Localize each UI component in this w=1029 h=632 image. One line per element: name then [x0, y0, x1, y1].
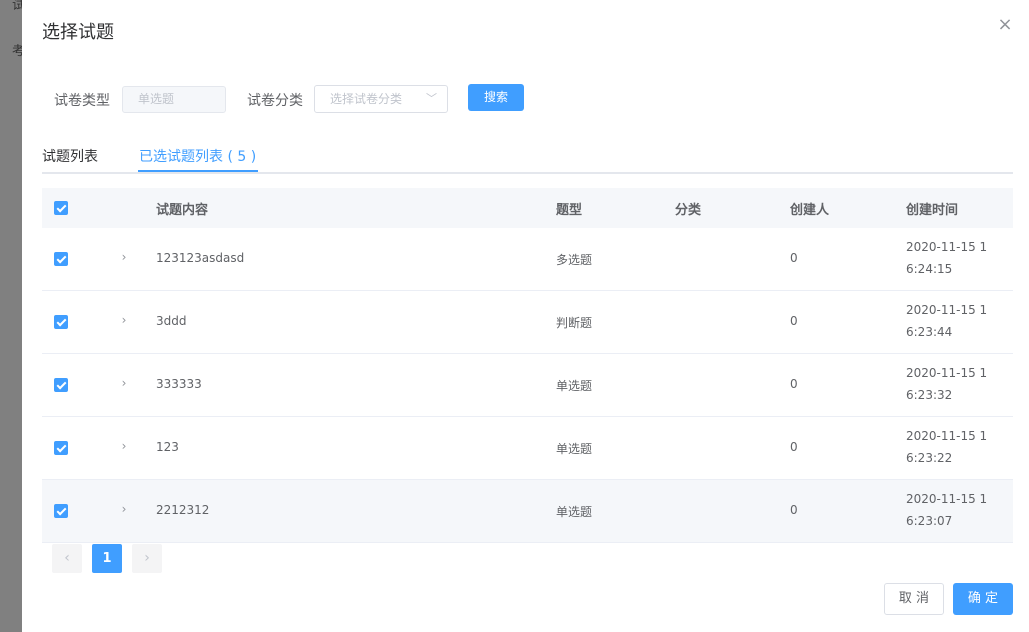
header-time: 创建时间	[906, 203, 959, 218]
table-row: › 123123asdasd 多选题 0 2020-11-15 16:24:15	[42, 228, 1013, 291]
cell-type: 单选题	[556, 505, 593, 519]
questions-table: 试题内容 题型 分类 创建人 创建时间 › 123123asdasd 多选题 0…	[42, 188, 1013, 543]
cell-creator: 0	[790, 440, 798, 454]
prev-page-button[interactable]: ‹	[52, 544, 82, 573]
cell-content: 123123asdasd	[156, 251, 245, 265]
chevron-right-icon[interactable]: ›	[118, 250, 130, 264]
header-type: 题型	[556, 203, 583, 218]
cell-time: 2020-11-15 16:23:32	[906, 366, 988, 402]
paper-type-input: 单选题	[122, 86, 226, 113]
chevron-down-icon: ﹀	[426, 92, 437, 105]
cell-creator: 0	[790, 314, 798, 328]
dialog-title: 选择试题	[42, 22, 114, 43]
tabs-bar: 试题列表 已选试题列表 ( 5 )	[42, 140, 1013, 174]
table-header: 试题内容 题型 分类 创建人 创建时间	[42, 188, 1013, 228]
cell-creator: 0	[790, 251, 798, 265]
search-button[interactable]: 搜索	[468, 84, 524, 111]
cell-type: 多选题	[556, 253, 593, 267]
cell-type: 判断题	[556, 316, 593, 330]
page-number-button[interactable]: 1	[92, 544, 122, 573]
cell-time: 2020-11-15 16:23:07	[906, 492, 988, 528]
chevron-right-icon[interactable]: ›	[118, 376, 130, 390]
paper-category-placeholder: 选择试卷分类	[330, 92, 403, 106]
row-checkbox[interactable]	[54, 504, 68, 518]
confirm-button[interactable]: 确 定	[953, 583, 1013, 615]
chevron-right-icon[interactable]: ›	[118, 313, 130, 327]
cell-time: 2020-11-15 16:23:22	[906, 429, 988, 465]
cell-creator: 0	[790, 377, 798, 391]
cell-content: 333333	[156, 377, 202, 391]
chevron-right-icon[interactable]: ›	[118, 502, 130, 516]
paper-category-label: 试卷分类	[247, 93, 303, 109]
tab-selected-questions[interactable]: 已选试题列表 ( 5 )	[139, 146, 256, 166]
cell-creator: 0	[790, 503, 798, 517]
close-icon[interactable]: ×	[996, 16, 1014, 34]
cell-type: 单选题	[556, 442, 593, 456]
header-creator: 创建人	[790, 203, 830, 218]
chevron-right-icon[interactable]: ›	[118, 439, 130, 453]
cell-content: 2212312	[156, 503, 210, 517]
cell-content: 123	[156, 440, 179, 454]
table-row: › 333333 单选题 0 2020-11-15 16:23:32	[42, 354, 1013, 417]
next-page-button[interactable]: ›	[132, 544, 162, 573]
table-row: › 123 单选题 0 2020-11-15 16:23:22	[42, 417, 1013, 480]
paper-category-select[interactable]: 选择试卷分类 ﹀	[314, 85, 448, 113]
cancel-button[interactable]: 取 消	[884, 583, 944, 615]
header-category: 分类	[675, 203, 702, 218]
cell-content: 3ddd	[156, 314, 187, 328]
cell-time: 2020-11-15 16:24:15	[906, 240, 988, 276]
active-tab-indicator	[138, 170, 258, 172]
select-questions-dialog: 选择试题 × 试卷类型 单选题 试卷分类 选择试卷分类 ﹀ 搜索 试题列表 已选…	[22, 0, 1029, 632]
select-all-checkbox[interactable]	[54, 201, 68, 215]
row-checkbox[interactable]	[54, 252, 68, 266]
tab-question-list[interactable]: 试题列表	[42, 146, 98, 166]
cell-time: 2020-11-15 16:23:44	[906, 303, 988, 339]
paper-type-label: 试卷类型	[54, 93, 110, 109]
table-row: › 3ddd 判断题 0 2020-11-15 16:23:44	[42, 291, 1013, 354]
row-checkbox[interactable]	[54, 315, 68, 329]
cell-type: 单选题	[556, 379, 593, 393]
header-content: 试题内容	[156, 203, 209, 218]
row-checkbox[interactable]	[54, 378, 68, 392]
table-row: › 2212312 单选题 0 2020-11-15 16:23:07	[42, 480, 1013, 543]
row-checkbox[interactable]	[54, 441, 68, 455]
